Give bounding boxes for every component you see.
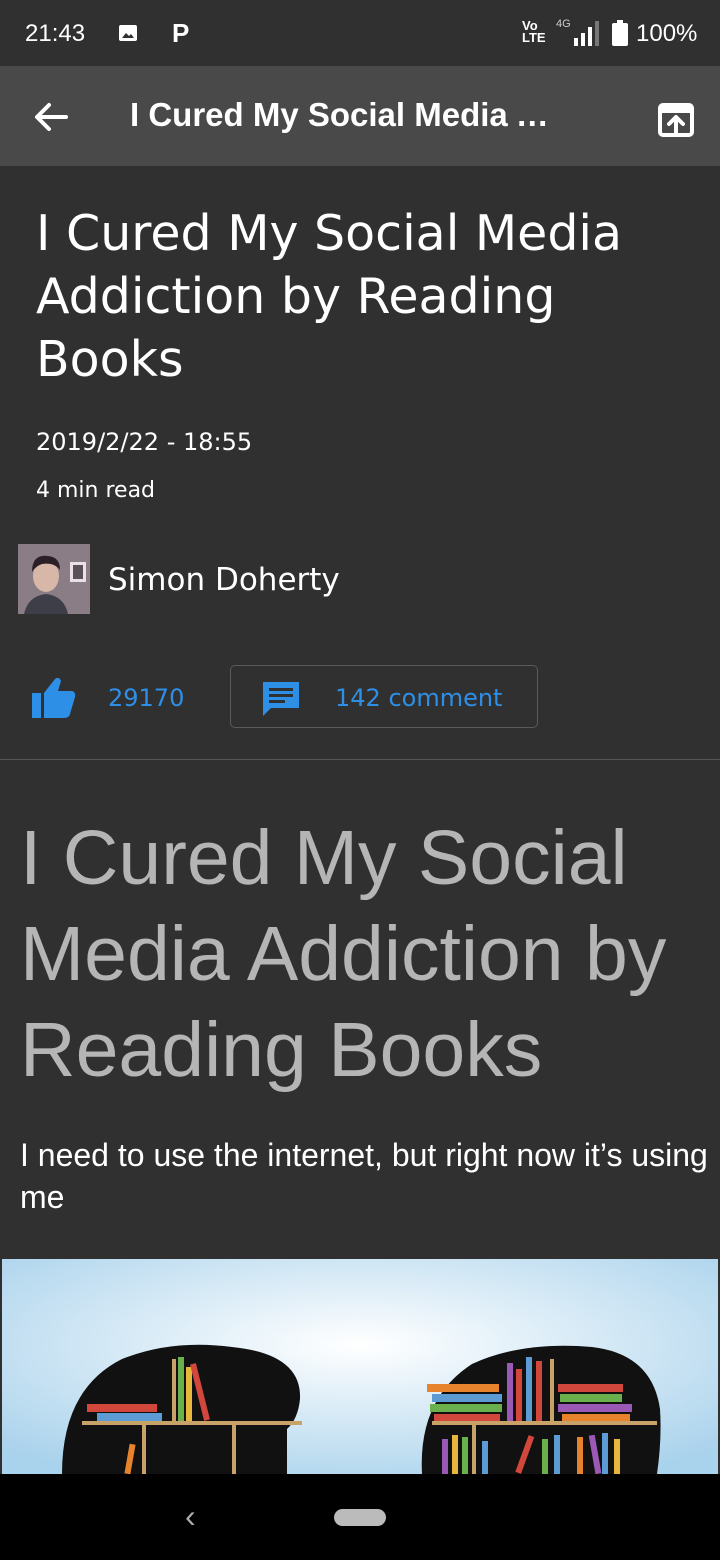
- divider: [0, 759, 720, 760]
- author-avatar[interactable]: [18, 544, 90, 614]
- arrow-left-icon[interactable]: [30, 96, 72, 138]
- hero-image: [2, 1259, 718, 1474]
- comment-count: 142 comment: [335, 684, 503, 712]
- toolbar-title: I Cured My Social Media Addiction by Rea…: [130, 96, 570, 133]
- avatar-image: [18, 544, 90, 614]
- parking-notification-icon: P: [172, 18, 190, 48]
- content-subtitle: I need to use the internet, but right no…: [20, 1137, 708, 1215]
- open-in-browser-icon[interactable]: [656, 100, 696, 140]
- comment-icon: [263, 682, 299, 716]
- volte-indicator: Vo LTE: [522, 18, 546, 45]
- image-notification-icon: [119, 25, 137, 41]
- read-time: 4 min read: [36, 478, 156, 503]
- thumbs-up-icon[interactable]: [32, 676, 76, 718]
- article-title: I Cured My Social Media Addiction by Rea…: [36, 205, 623, 388]
- app-toolbar: I Cured My Social Media Addiction by Rea…: [0, 66, 720, 166]
- nav-home-pill[interactable]: [334, 1509, 386, 1526]
- nav-back-icon[interactable]: ‹: [185, 1498, 196, 1535]
- battery-percent: 100%: [636, 20, 698, 47]
- signal-icon: [574, 21, 599, 46]
- content-heading: I Cured My Social Media Addiction by Rea…: [20, 815, 667, 1093]
- status-time: 21:43: [25, 20, 86, 47]
- article-date: 2019/2/22 - 18:55: [36, 428, 253, 456]
- network-type: 4G: [556, 18, 571, 30]
- system-nav-bar: ‹: [0, 1474, 720, 1560]
- like-count[interactable]: 29170: [108, 684, 184, 712]
- battery-icon: [612, 20, 628, 46]
- bookshelf-heads-illustration: [2, 1259, 718, 1474]
- author-name[interactable]: Simon Doherty: [108, 562, 340, 598]
- status-bar: 21:43 P Vo LTE 4G 100%: [0, 0, 720, 66]
- comment-button[interactable]: 142 comment: [230, 665, 538, 728]
